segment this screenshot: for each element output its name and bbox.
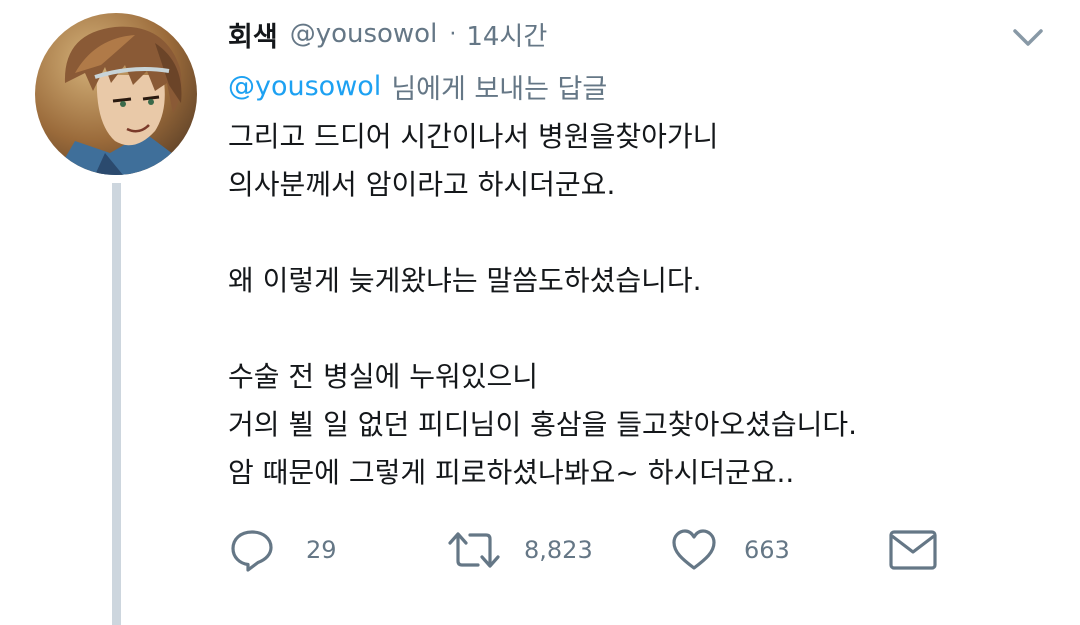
tweet-text-line: 암 때문에 그렇게 피로하셨나봐요~ 하시더군요.. [228, 456, 795, 489]
tweet-text: 그리고 드디어 시간이나서 병원을찾아가니 의사분께서 암이라고 하시더군요. … [228, 113, 1048, 497]
chevron-down-icon [1013, 29, 1043, 46]
avatar[interactable] [35, 13, 197, 175]
avatar-image [35, 13, 197, 175]
retweet-button[interactable]: 8,823 [446, 524, 593, 576]
retweet-icon [448, 532, 500, 568]
reply-context-label: 님에게 보내는 답글 [391, 73, 608, 105]
reply-mention-link[interactable]: @yousowol [228, 71, 381, 102]
author-display-name[interactable]: 회색 [228, 15, 278, 54]
tweet-text-line [228, 209, 1048, 257]
tweet-text-line: 거의 뵐 일 없던 피디님이 홍삼을 들고찾아오셨습니다. [228, 408, 858, 441]
reply-icon [231, 530, 273, 572]
tweet-text-line: 수술 전 병실에 누워있으니 [228, 360, 539, 393]
tweet-text-line: 의사분께서 암이라고 하시더군요. [228, 168, 616, 201]
more-options-button[interactable] [1010, 22, 1046, 52]
tweet-text-line: 왜 이렇게 늦게왔냐는 말씀도하셨습니다. [228, 264, 702, 297]
like-button[interactable]: 663 [670, 524, 790, 576]
tweet: 회색 @yousowol · 14시간 @yousowol 님에게 보내는 답글… [0, 0, 1080, 625]
envelope-icon [889, 530, 937, 570]
reply-button[interactable]: 29 [228, 524, 337, 576]
tweet-text-line [228, 305, 1048, 353]
separator-dot: · [449, 21, 457, 47]
like-count: 663 [744, 536, 790, 564]
tweet-actions: 29 8,823 663 [228, 524, 988, 576]
tweet-header: 회색 @yousowol · 14시간 [228, 12, 547, 56]
retweet-count: 8,823 [524, 536, 593, 564]
reply-count: 29 [306, 536, 337, 564]
thread-line [112, 183, 121, 625]
direct-message-button[interactable] [888, 524, 938, 576]
tweet-timestamp[interactable]: 14시간 [466, 16, 547, 53]
tweet-text-line: 그리고 드디어 시간이나서 병원을찾아가니 [228, 120, 719, 153]
reply-context: @yousowol 님에게 보내는 답글 [228, 66, 607, 106]
author-handle[interactable]: @yousowol [290, 19, 438, 49]
heart-icon [672, 529, 716, 570]
